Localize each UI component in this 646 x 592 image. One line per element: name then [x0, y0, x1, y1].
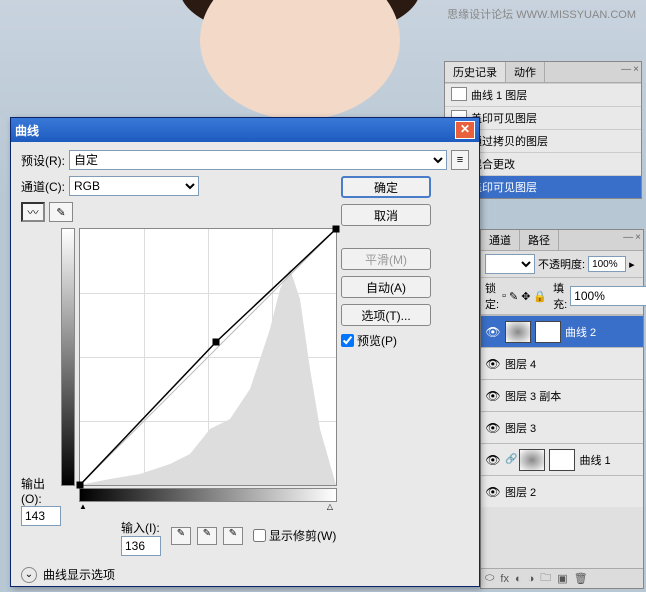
new-layer-icon[interactable]: ▣	[557, 572, 567, 585]
tab-history[interactable]: 历史记录	[445, 62, 506, 82]
white-eyedropper-icon[interactable]: ✎	[223, 527, 243, 545]
lock-brush-icon[interactable]: ✎	[509, 290, 518, 303]
output-label: 输出(O):	[21, 475, 61, 506]
close-icon[interactable]: ×	[635, 232, 641, 243]
input-label: 输入(I):	[121, 519, 161, 536]
lock-move-icon[interactable]: ✥	[521, 290, 530, 303]
visibility-icon[interactable]: 👁	[485, 325, 501, 339]
channel-label: 通道(C):	[21, 178, 65, 195]
gray-eyedropper-icon[interactable]: ✎	[197, 527, 217, 545]
curve-point-high[interactable]	[333, 226, 340, 233]
layer-name: 曲线 1	[579, 452, 610, 468]
layer-name: 图层 2	[505, 484, 536, 500]
preset-menu-icon[interactable]: ≡	[451, 150, 469, 170]
tab-actions[interactable]: 动作	[506, 62, 545, 82]
lock-pixels-icon[interactable]: ▫	[502, 290, 506, 302]
pencil-tool-icon[interactable]: ✎	[49, 202, 73, 222]
visibility-icon[interactable]: 👁	[485, 453, 501, 467]
black-slider[interactable]: ▲△	[79, 502, 337, 511]
visibility-icon[interactable]: 👁	[485, 357, 501, 371]
close-icon[interactable]: ×	[633, 64, 639, 75]
minimize-icon[interactable]: —	[623, 232, 633, 243]
channel-select[interactable]: RGB	[69, 176, 199, 196]
layer-row[interactable]: 👁 图层 2	[481, 475, 643, 507]
tab-paths[interactable]: 路径	[520, 230, 559, 250]
watermark-text: 思缘设计论坛 WWW.MISSYUAN.COM	[447, 6, 636, 22]
close-button[interactable]: ✕	[455, 121, 475, 139]
layer-row[interactable]: 👁 图层 3 副本	[481, 379, 643, 411]
output-input[interactable]	[21, 506, 61, 526]
curves-dialog: 曲线 ✕ 预设(R): 自定 ≡ 通道(C): RGB 〰 ✎	[10, 117, 480, 587]
curve-point-low[interactable]	[77, 482, 84, 489]
fill-label: 填充:	[553, 280, 567, 312]
black-eyedropper-icon[interactable]: ✎	[171, 527, 191, 545]
layer-row[interactable]: 👁 图层 4	[481, 347, 643, 379]
layer-row[interactable]: 👁 曲线 2	[481, 315, 643, 347]
visibility-icon[interactable]: 👁	[485, 421, 501, 435]
smooth-button: 平滑(M)	[341, 248, 431, 270]
link-icon[interactable]: 🔗	[505, 454, 517, 465]
auto-button[interactable]: 自动(A)	[341, 276, 431, 298]
output-gradient	[61, 228, 75, 486]
input-input[interactable]	[121, 536, 161, 556]
show-clip-checkbox[interactable]: 显示修剪(W)	[253, 527, 336, 544]
preset-select[interactable]: 自定	[69, 150, 447, 170]
opacity-arrow-icon[interactable]: ▸	[629, 258, 635, 271]
trash-icon[interactable]: 🗑	[574, 572, 588, 585]
fill-input[interactable]	[570, 286, 646, 306]
toggle-options-icon[interactable]: ⌄	[21, 567, 37, 583]
layer-name: 图层 3 副本	[505, 388, 561, 404]
input-gradient	[79, 488, 337, 502]
dialog-title: 曲线	[15, 122, 39, 139]
fx-icon[interactable]: fx	[500, 573, 509, 585]
curve-tool-icon[interactable]: 〰	[21, 202, 45, 222]
visibility-icon[interactable]: 👁	[485, 485, 501, 499]
link-layers-icon[interactable]: ⬭	[485, 572, 494, 585]
layer-name: 图层 4	[505, 356, 536, 372]
options-toggle-label: 曲线显示选项	[43, 566, 115, 583]
minimize-icon[interactable]: —	[621, 64, 631, 75]
mask-thumb-icon	[535, 321, 561, 343]
titlebar[interactable]: 曲线 ✕	[11, 118, 479, 142]
layers-panel: 通道 路径 —× 不透明度: ▸ 锁定: ▫ ✎ ✥ 🔒 填充: ▸ 👁曲线 2…	[480, 229, 644, 589]
folder-icon[interactable]: 🗀	[540, 569, 551, 588]
lock-label: 锁定:	[485, 280, 499, 312]
options-button[interactable]: 选项(T)...	[341, 304, 431, 326]
layer-name: 曲线 2	[565, 324, 596, 340]
opacity-input[interactable]	[588, 256, 626, 272]
adjustment-icon[interactable]: ◑	[528, 573, 535, 585]
preset-label: 预设(R):	[21, 152, 65, 169]
curve-point-mid[interactable]	[212, 338, 219, 345]
layer-row[interactable]: 👁 图层 3	[481, 411, 643, 443]
adjustment-thumb-icon	[505, 321, 531, 343]
adjustment-thumb-icon	[519, 449, 545, 471]
layer-row[interactable]: 👁 🔗 曲线 1	[481, 443, 643, 475]
tab-channels[interactable]: 通道	[481, 230, 520, 250]
mask-thumb-icon	[549, 449, 575, 471]
opacity-label: 不透明度:	[538, 256, 585, 272]
preview-checkbox[interactable]: 预览(P)	[341, 332, 431, 349]
ok-button[interactable]: 确定	[341, 176, 431, 198]
cancel-button[interactable]: 取消	[341, 204, 431, 226]
lock-all-icon[interactable]: 🔒	[533, 290, 547, 303]
curve-graph[interactable]	[79, 228, 337, 486]
history-item[interactable]: 曲线 1 图层	[445, 83, 641, 106]
mask-icon[interactable]: ◐	[515, 573, 522, 585]
blendmode-select[interactable]	[485, 254, 535, 274]
layer-name: 图层 3	[505, 420, 536, 436]
visibility-icon[interactable]: 👁	[485, 389, 501, 403]
